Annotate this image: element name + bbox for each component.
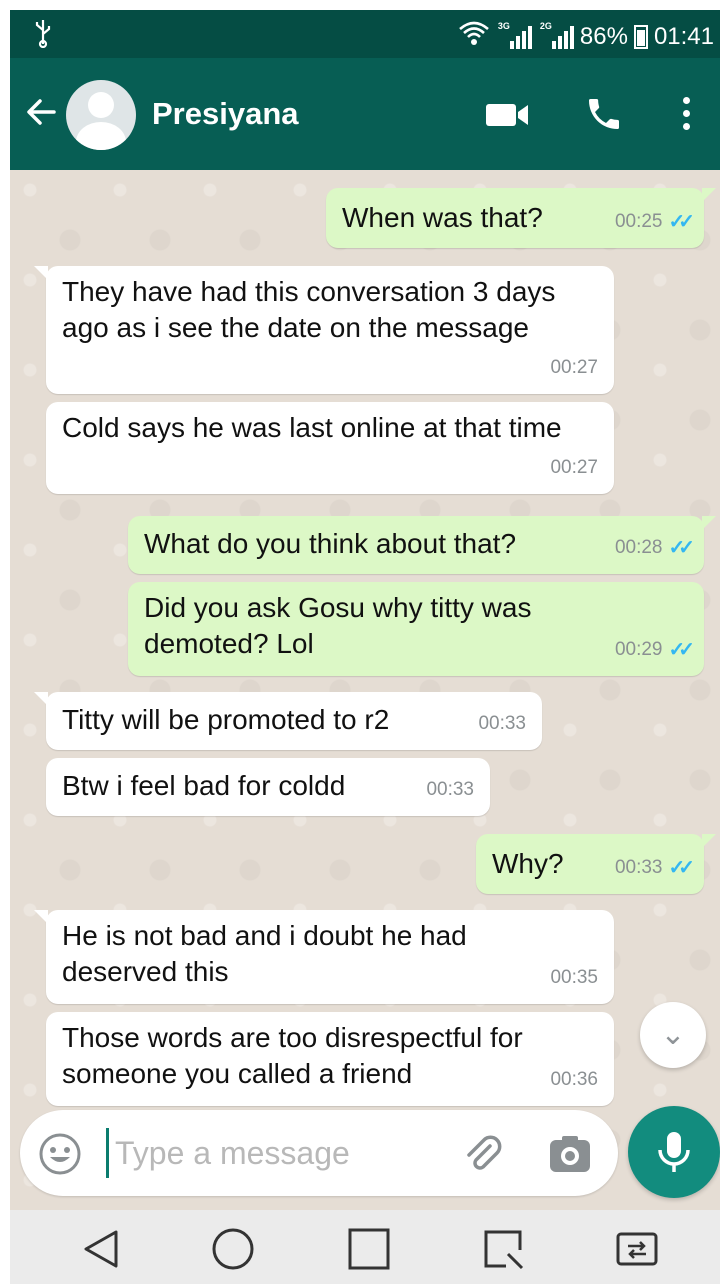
message-composer bbox=[20, 1110, 618, 1196]
mic-icon bbox=[628, 1132, 720, 1202]
chat-header: Presiyana bbox=[10, 58, 720, 170]
message-time: 00:35 bbox=[550, 967, 598, 988]
mic-button[interactable] bbox=[628, 1106, 720, 1198]
recents-square-icon[interactable] bbox=[346, 1226, 392, 1272]
back-triangle-icon[interactable] bbox=[78, 1226, 124, 1272]
emoji-icon[interactable] bbox=[38, 1132, 82, 1176]
wifi-icon bbox=[458, 20, 490, 53]
message-incoming[interactable]: He is not bad and i doubt he had deserve… bbox=[34, 910, 614, 1004]
status-bar: 3G 2G 86% 01:41 bbox=[10, 10, 720, 58]
video-call-icon[interactable] bbox=[484, 100, 532, 130]
clock: 01:41 bbox=[653, 22, 714, 50]
message-time: 00:25 bbox=[614, 211, 663, 232]
message-time: 00:27 bbox=[550, 357, 598, 378]
message-incoming[interactable]: Those words are too disrespectful for so… bbox=[46, 1012, 614, 1106]
message-incoming[interactable]: Titty will be promoted to r2 00:33 bbox=[34, 692, 542, 750]
signal-3g-icon: 3G bbox=[496, 21, 532, 51]
message-time: 00:33 bbox=[478, 713, 526, 734]
message-time: 00:27 bbox=[550, 457, 598, 478]
message-incoming[interactable]: Btw i feel bad for coldd 00:33 bbox=[46, 758, 490, 816]
message-incoming[interactable]: They have had this conversation 3 days a… bbox=[34, 266, 614, 394]
chat-area[interactable]: When was that? 00:25 ✓✓ They have had thi… bbox=[10, 170, 720, 1210]
message-time: 00:28 bbox=[614, 537, 663, 558]
message-incoming[interactable]: Cold says he was last online at that tim… bbox=[46, 402, 614, 494]
back-arrow-icon[interactable] bbox=[22, 92, 62, 132]
contact-name[interactable]: Presiyana bbox=[152, 96, 299, 132]
message-time: 00:29 bbox=[614, 639, 663, 660]
screen-capture-icon[interactable] bbox=[480, 1226, 526, 1272]
home-circle-icon[interactable] bbox=[210, 1226, 256, 1272]
battery-percent: 86% bbox=[579, 22, 628, 50]
signal-2g-icon: 2G bbox=[538, 21, 574, 51]
camera-icon[interactable] bbox=[548, 1134, 592, 1174]
read-ticks-icon: ✓✓ bbox=[668, 857, 694, 879]
scroll-to-bottom-button[interactable]: ⌄ bbox=[640, 1002, 706, 1068]
usb-icon bbox=[34, 18, 52, 55]
attach-icon[interactable] bbox=[460, 1132, 506, 1178]
message-outgoing[interactable]: Did you ask Gosu why titty was demoted? … bbox=[128, 582, 704, 676]
system-nav-bar bbox=[10, 1210, 720, 1284]
more-vert-icon[interactable] bbox=[676, 94, 696, 134]
message-time: 00:33 bbox=[614, 857, 663, 878]
message-outgoing[interactable]: Why? 00:33 ✓✓ bbox=[476, 834, 716, 894]
read-ticks-icon: ✓✓ bbox=[668, 211, 694, 233]
chevron-down-icon: ⌄ bbox=[660, 1018, 686, 1051]
message-time: 00:36 bbox=[550, 1069, 598, 1090]
message-outgoing[interactable]: When was that? 00:25 ✓✓ bbox=[326, 188, 716, 248]
dual-window-icon[interactable] bbox=[614, 1226, 660, 1272]
message-time: 00:33 bbox=[426, 779, 474, 800]
read-ticks-icon: ✓✓ bbox=[668, 537, 694, 559]
message-outgoing[interactable]: What do you think about that? 00:28 ✓✓ bbox=[128, 516, 716, 574]
avatar[interactable] bbox=[66, 80, 136, 150]
message-input[interactable] bbox=[106, 1128, 436, 1178]
phone-icon[interactable] bbox=[584, 94, 624, 134]
read-ticks-icon: ✓✓ bbox=[668, 639, 694, 661]
battery-icon bbox=[633, 24, 648, 49]
